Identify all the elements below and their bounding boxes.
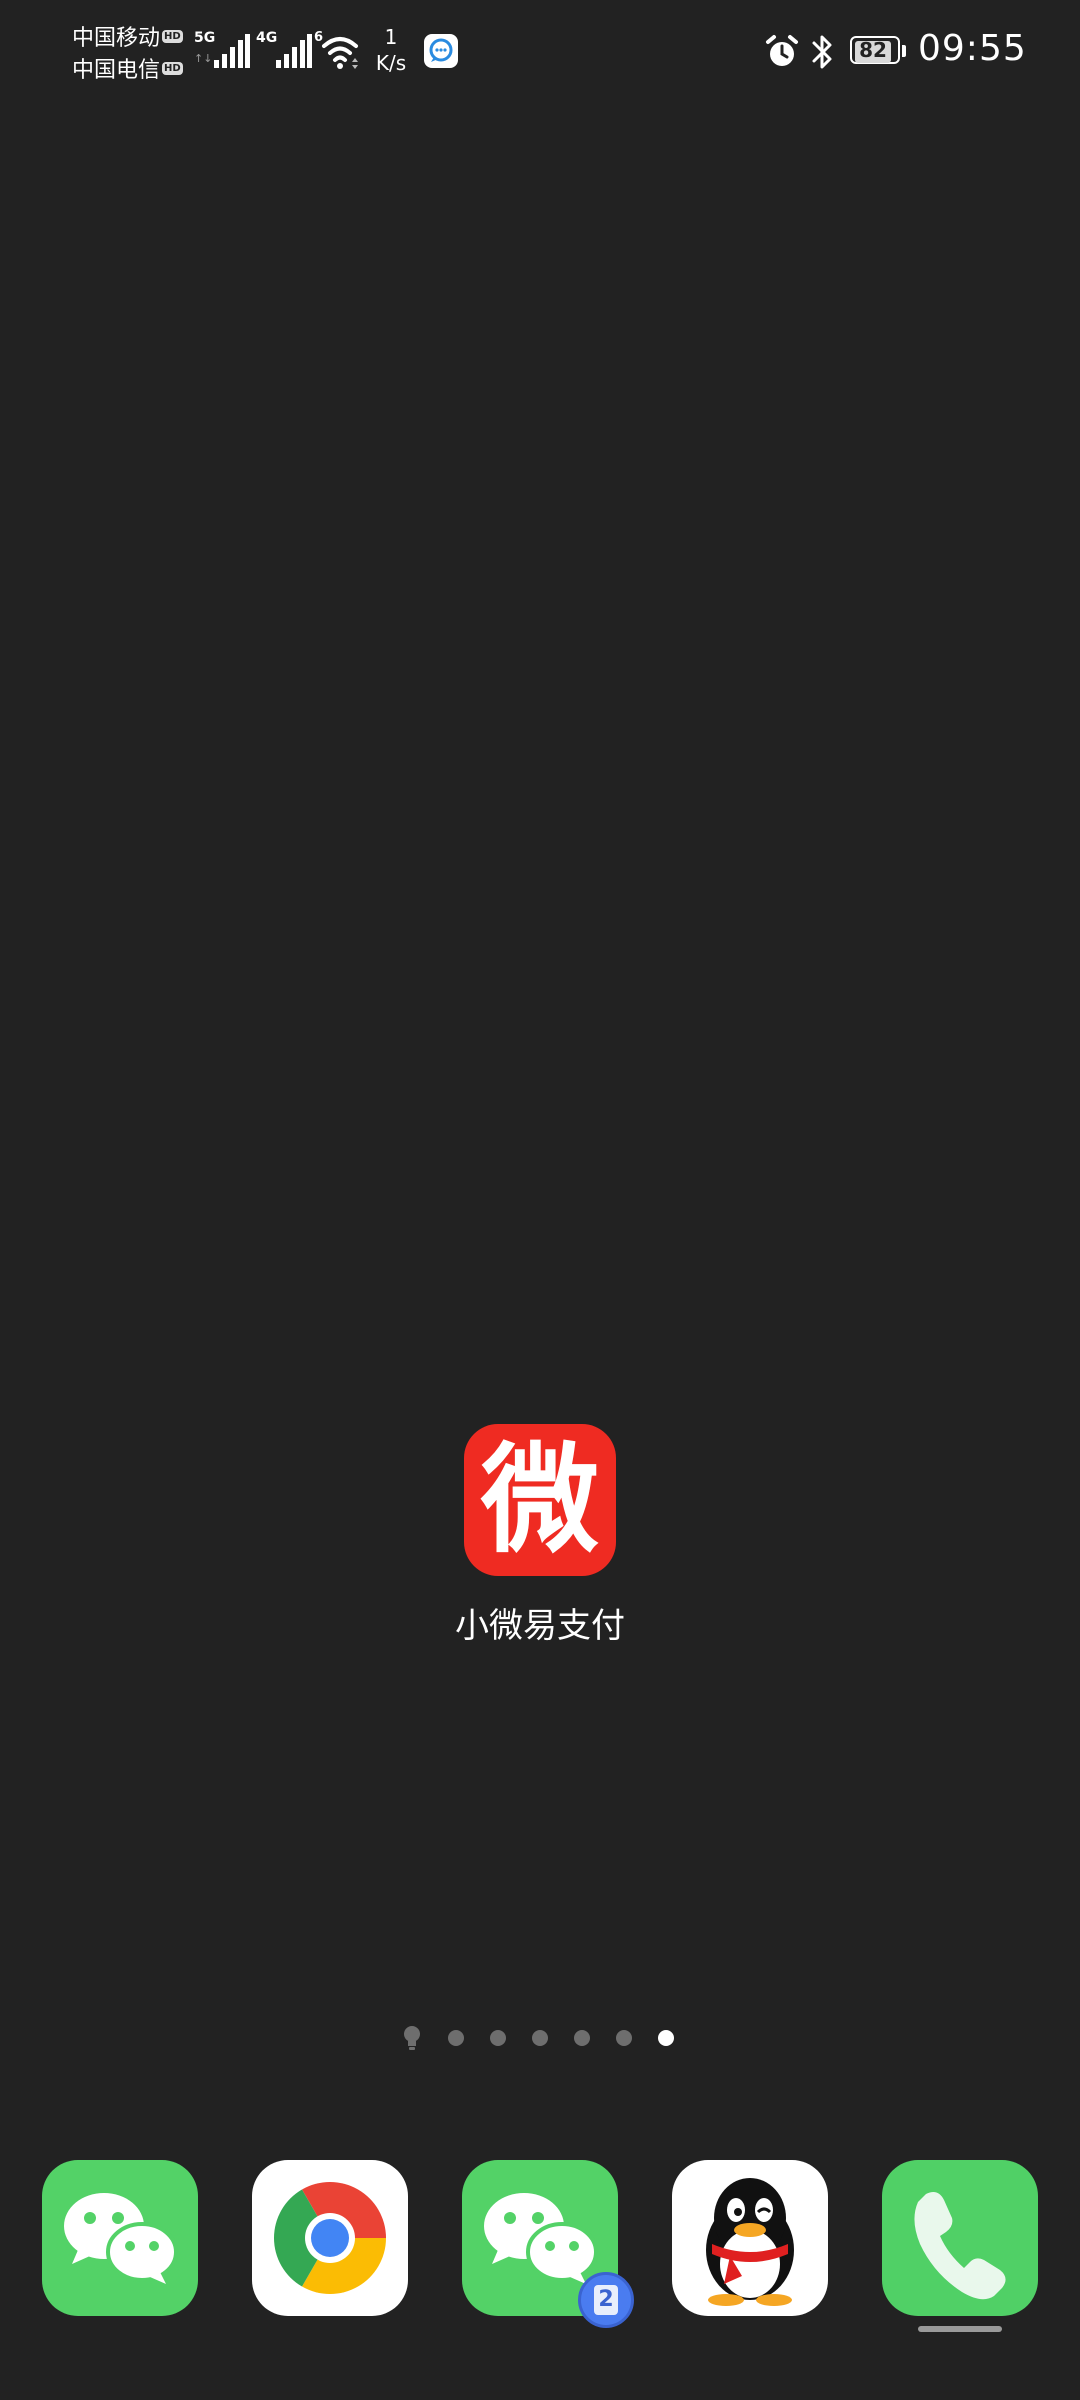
alarm-icon: [766, 35, 798, 66]
network-speed: 1 K/s: [368, 24, 414, 76]
carrier-1: 中国移动: [72, 26, 161, 51]
page-dot-1[interactable]: [448, 2030, 464, 2046]
hd-badge: HD: [162, 61, 183, 75]
app-clone-badge: 2: [578, 2272, 634, 2328]
app-icon-glyph: 微: [480, 1430, 599, 1569]
wechat-icon: [64, 2193, 178, 2284]
page-dot-6-active[interactable]: [658, 2030, 674, 2046]
sim2-signal: 4G: [256, 30, 312, 70]
dock-app-chrome[interactable]: [252, 2160, 408, 2316]
hd-badge: HD: [162, 29, 183, 43]
app-clone-badge-number: 2: [594, 2285, 618, 2315]
carrier-2: 中国电信: [72, 58, 161, 83]
dock-app-phone[interactable]: [882, 2160, 1038, 2316]
app-label: 小微易支付: [455, 1606, 625, 1646]
status-clock: 09:55: [918, 28, 1027, 69]
page-indicator[interactable]: [400, 2022, 680, 2052]
phone-icon: [914, 2192, 1006, 2300]
data-activity-icon: ↑↓: [194, 52, 213, 65]
sim2-network-type: 4G: [256, 30, 278, 46]
battery-level: 82: [859, 38, 887, 62]
network-speed-value: 1: [384, 25, 398, 49]
lightbulb-icon[interactable]: [400, 2024, 424, 2052]
chrome-icon: [274, 2182, 387, 2294]
bluetooth-icon: [812, 35, 832, 69]
qq-penguin-icon: [706, 2178, 794, 2306]
carrier-info: 中国移动 HD 中国电信 HD: [72, 20, 192, 84]
home-screen: 中国移动 HD 中国电信 HD 5G ↑↓ 4G 6 1 K/s 82 09:5…: [0, 0, 1080, 2400]
dock-app-qq[interactable]: [672, 2160, 828, 2316]
page-dot-5[interactable]: [616, 2030, 632, 2046]
app-xiaowei-pay[interactable]: 微 小微易支付: [430, 1424, 650, 1647]
network-speed-unit: K/s: [375, 51, 407, 75]
page-dot-3[interactable]: [532, 2030, 548, 2046]
dock-app-wechat[interactable]: [42, 2160, 198, 2316]
page-dot-2[interactable]: [490, 2030, 506, 2046]
sim1-signal: 5G ↑↓: [194, 30, 250, 70]
signal-icon: [214, 34, 250, 68]
xiaowei-pay-icon[interactable]: 微: [464, 1424, 616, 1576]
home-indicator[interactable]: [918, 2326, 1002, 2332]
wifi-icon: [322, 37, 358, 69]
page-dot-4[interactable]: [574, 2030, 590, 2046]
signal-icon: [276, 34, 312, 68]
status-bar: 中国移动 HD 中国电信 HD 5G ↑↓ 4G 6 1 K/s 82 09:5…: [0, 0, 1080, 110]
notification-app-icon: [424, 34, 458, 68]
battery-icon: 82: [850, 36, 908, 66]
dock: [0, 2160, 1080, 2320]
sim1-network-type: 5G: [194, 30, 216, 46]
